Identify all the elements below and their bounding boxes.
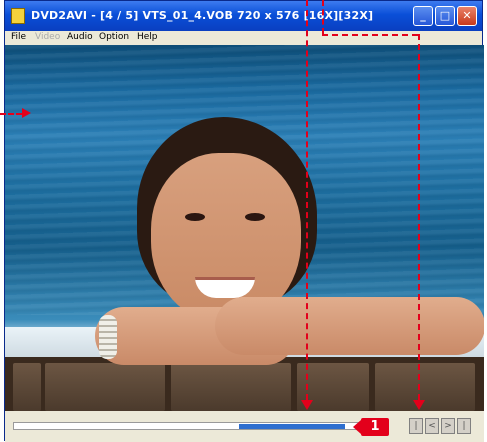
person-eye [245, 213, 265, 221]
arrow-down-icon [413, 400, 425, 410]
arrow-right-icon [22, 108, 31, 118]
annotation-line [322, 0, 324, 34]
deck-plank [45, 363, 165, 411]
bracelet [99, 315, 117, 359]
seek-bar-fill [14, 424, 346, 429]
menu-video[interactable]: Video [35, 32, 60, 42]
deck-plank [13, 363, 41, 411]
video-frame [5, 45, 484, 411]
person-arm [215, 297, 484, 355]
maximize-icon: □ [439, 9, 451, 22]
app-window: DVD2AVI - [4 / 5] VTS_01_4.VOB 720 x 576… [4, 0, 484, 442]
menu-option[interactable]: Option [99, 32, 129, 42]
callout-badge: 1 [353, 418, 389, 436]
minimize-button[interactable]: _ [413, 6, 433, 26]
app-icon [11, 8, 25, 24]
menu-file[interactable]: File [11, 32, 26, 42]
playback-controls: 1 | < > | [5, 411, 484, 442]
close-button[interactable]: ✕ [457, 6, 477, 26]
end-button[interactable]: | [457, 418, 471, 434]
title-bar[interactable]: DVD2AVI - [4 / 5] VTS_01_4.VOB 720 x 576… [5, 1, 482, 31]
minimize-icon: _ [420, 9, 426, 22]
deck-plank [375, 363, 475, 411]
annotation-line [306, 0, 308, 400]
close-icon: ✕ [462, 9, 472, 22]
menu-audio[interactable]: Audio [67, 32, 93, 42]
maximize-button[interactable]: □ [435, 6, 455, 26]
deck-plank [171, 363, 291, 411]
stop-button[interactable]: | [409, 418, 423, 434]
annotation-line [322, 34, 418, 36]
person-eye [185, 213, 205, 221]
annotation-line [0, 113, 22, 115]
previous-button[interactable]: < [425, 418, 439, 434]
next-button[interactable]: > [441, 418, 455, 434]
menu-help[interactable]: Help [137, 32, 158, 42]
annotation-line [418, 34, 420, 400]
arrow-down-icon [301, 400, 313, 410]
seek-bar[interactable] [13, 422, 375, 430]
